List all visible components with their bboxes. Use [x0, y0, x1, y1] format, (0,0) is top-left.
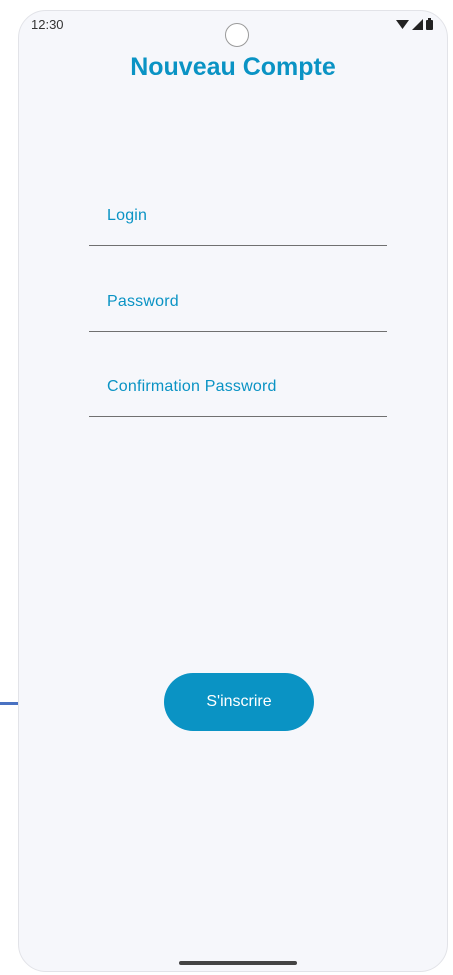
camera-cutout-icon — [225, 23, 249, 47]
status-icons — [396, 18, 433, 30]
home-indicator[interactable] — [179, 961, 297, 965]
signal-icon — [412, 18, 423, 30]
wifi-icon — [396, 19, 409, 30]
confirm-password-field[interactable]: Confirmation Password — [89, 360, 387, 417]
battery-icon — [426, 18, 433, 30]
login-field[interactable]: Login — [89, 189, 387, 246]
phone-screen: 12:30 Nouveau Compte Login Password Conf… — [18, 10, 448, 972]
login-field-label: Login — [107, 207, 148, 224]
page-title: Nouveau Compte — [130, 53, 336, 81]
password-field[interactable]: Password — [89, 275, 387, 332]
password-field-label: Password — [107, 293, 179, 310]
status-bar: 12:30 — [19, 11, 447, 47]
status-time: 12:30 — [31, 17, 64, 32]
signup-button[interactable]: S'inscrire — [164, 673, 314, 731]
confirm-password-field-label: Confirmation Password — [107, 378, 277, 395]
